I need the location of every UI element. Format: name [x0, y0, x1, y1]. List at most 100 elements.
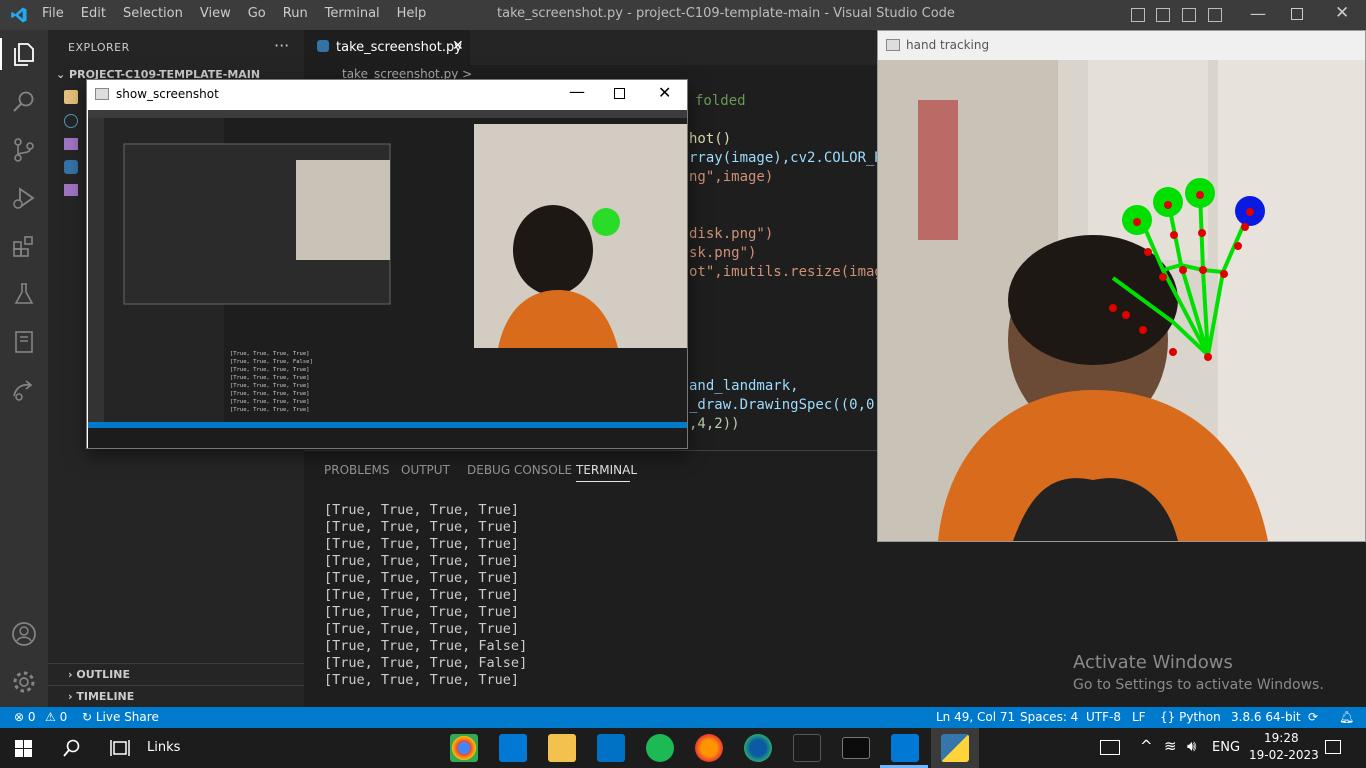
indentation[interactable]: Spaces: 4: [1020, 710, 1078, 724]
wifi-icon[interactable]: ≋: [1164, 737, 1177, 755]
vscode-app-icon[interactable]: [891, 734, 919, 762]
timeline-section[interactable]: › TIMELINE: [48, 685, 304, 707]
source-control-icon[interactable]: [10, 136, 38, 164]
close-icon[interactable]: ✕: [1335, 3, 1349, 23]
terminal-line: [True, True, True, False]: [324, 655, 528, 671]
warnings-indicator[interactable]: ⚠ 0: [45, 710, 67, 724]
volume-icon[interactable]: 🔊︎: [1187, 737, 1196, 755]
feedback-icon[interactable]: ⟳: [1308, 710, 1318, 724]
tab-debug-console[interactable]: DEBUG CONSOLE: [467, 463, 572, 477]
tab-problems[interactable]: PROBLEMS: [324, 463, 390, 477]
menu-view[interactable]: View: [200, 6, 231, 21]
show-hidden-icons-chevron-icon[interactable]: ^: [1140, 737, 1153, 755]
clock-date[interactable]: 19-02-2023: [1249, 748, 1319, 762]
maximize-icon[interactable]: [614, 88, 625, 99]
accounts-icon[interactable]: [10, 620, 38, 648]
code-line: ng",image): [689, 169, 774, 185]
windows-taskbar: Links ^ ≋ 🔊︎ ENG 19:28 19-02-2023: [0, 728, 1366, 768]
code-line: ot",imutils.resize(image,: [689, 264, 900, 280]
customize-layout-icon[interactable]: [1208, 8, 1222, 22]
menu-run[interactable]: Run: [283, 6, 308, 21]
file-icon[interactable]: [64, 90, 78, 104]
terminal-line: [True, True, True, True]: [324, 536, 520, 552]
code-line: disk.png"): [689, 226, 774, 242]
tab-terminal[interactable]: TERMINAL: [576, 463, 637, 477]
adobe-icon[interactable]: [793, 734, 821, 762]
terminal-app-icon[interactable]: [842, 737, 870, 759]
menu-file[interactable]: File: [42, 6, 64, 21]
clock-time[interactable]: 19:28: [1264, 731, 1299, 745]
python-app-icon[interactable]: [941, 734, 969, 762]
extensions-icon[interactable]: [10, 232, 38, 260]
code-line: folded: [695, 93, 746, 109]
info-file-icon[interactable]: [64, 114, 78, 128]
explorer-icon[interactable]: [10, 40, 38, 68]
menu-go[interactable]: Go: [248, 6, 266, 21]
toggle-panel-icon[interactable]: [1156, 8, 1170, 22]
encoding[interactable]: UTF-8: [1086, 710, 1121, 724]
hand-tracking-window[interactable]: hand tracking: [877, 30, 1366, 542]
menu-terminal[interactable]: Terminal: [325, 6, 380, 21]
edge-icon[interactable]: [744, 734, 772, 762]
terminal-line: [True, True, True, True]: [324, 672, 520, 688]
minimize-icon[interactable]: —: [569, 82, 585, 101]
svg-text:[True, True, True, False]: [True, True, True, False]: [230, 359, 313, 365]
close-tab-icon[interactable]: ✕: [452, 38, 464, 54]
firefox-icon[interactable]: [695, 734, 723, 762]
python-interpreter[interactable]: 3.8.6 64-bit: [1231, 710, 1301, 724]
active-indicator: [0, 38, 2, 70]
image-file-icon[interactable]: [64, 138, 78, 150]
search-icon[interactable]: [10, 88, 38, 116]
tab-output[interactable]: OUTPUT: [401, 463, 450, 477]
menu-edit[interactable]: Edit: [81, 6, 106, 21]
svg-text:[True, True, True, True]: [True, True, True, True]: [230, 375, 309, 381]
python-file-icon[interactable]: [64, 160, 78, 174]
links-toolbar[interactable]: Links: [147, 740, 180, 755]
line-ending[interactable]: LF: [1132, 710, 1146, 724]
search-icon[interactable]: [63, 739, 81, 757]
file-explorer-icon[interactable]: [548, 734, 576, 762]
chrome-icon[interactable]: [450, 734, 478, 762]
language-mode[interactable]: {} Python: [1160, 710, 1221, 724]
errors-indicator[interactable]: ⊗ 0: [14, 710, 36, 724]
mail-icon[interactable]: [597, 734, 625, 762]
live-share-icon[interactable]: [10, 376, 38, 404]
chevron-down-icon: ⌄: [56, 68, 70, 81]
cursor-position[interactable]: Ln 49, Col 71: [936, 710, 1015, 724]
run-debug-icon[interactable]: [10, 184, 38, 212]
notification-center-icon[interactable]: [1325, 740, 1341, 754]
window-icon: [95, 88, 109, 100]
window-title: take_screenshot.py - project-C109-templa…: [497, 6, 955, 21]
testing-icon[interactable]: [10, 280, 38, 308]
keyboard-icon[interactable]: [1100, 740, 1120, 755]
windows-start-icon[interactable]: [15, 740, 32, 757]
explorer-header: EXPLORER: [68, 41, 130, 54]
spotify-icon[interactable]: [646, 734, 674, 762]
nested-screenshot-image: [True, True, True, True] [True, True, Tr…: [88, 110, 687, 448]
outline-section[interactable]: › OUTLINE: [48, 663, 304, 685]
remote-explorer-icon[interactable]: [10, 328, 38, 356]
task-view-icon[interactable]: [110, 739, 130, 757]
live-share-button[interactable]: ↻ Live Share: [82, 710, 159, 724]
minimize-icon[interactable]: —: [1250, 4, 1266, 23]
settings-gear-icon[interactable]: [10, 668, 38, 696]
notifications-bell-icon[interactable]: 🔔︎: [1339, 710, 1354, 724]
language-indicator[interactable]: ENG: [1212, 740, 1240, 755]
webcam-frame-image: [878, 60, 1365, 541]
code-line: _draw.DrawingSpec((0,0,25: [689, 397, 900, 413]
terminal-line: [True, True, True, True]: [324, 519, 520, 535]
restore-icon[interactable]: [1291, 8, 1303, 20]
menu-selection[interactable]: Selection: [123, 6, 183, 21]
more-actions-icon[interactable]: ···: [274, 36, 289, 55]
toggle-sidebar-icon[interactable]: [1131, 8, 1145, 22]
menu-help[interactable]: Help: [397, 6, 427, 21]
code-line: ,4,2)): [689, 416, 740, 432]
tab-take-screenshot[interactable]: take_screenshot.py ✕: [304, 30, 470, 65]
show-screenshot-window[interactable]: show_screenshot — ✕ [True, True, True, T…: [86, 79, 688, 449]
toggle-secondary-sidebar-icon[interactable]: [1182, 8, 1196, 22]
store-icon[interactable]: [499, 734, 527, 762]
close-icon[interactable]: ✕: [658, 83, 671, 102]
activate-windows-subtitle: Go to Settings to activate Windows.: [1073, 677, 1324, 693]
image-file-icon[interactable]: [64, 184, 78, 196]
menu-bar: File Edit Selection View Go Run Terminal…: [42, 6, 443, 21]
